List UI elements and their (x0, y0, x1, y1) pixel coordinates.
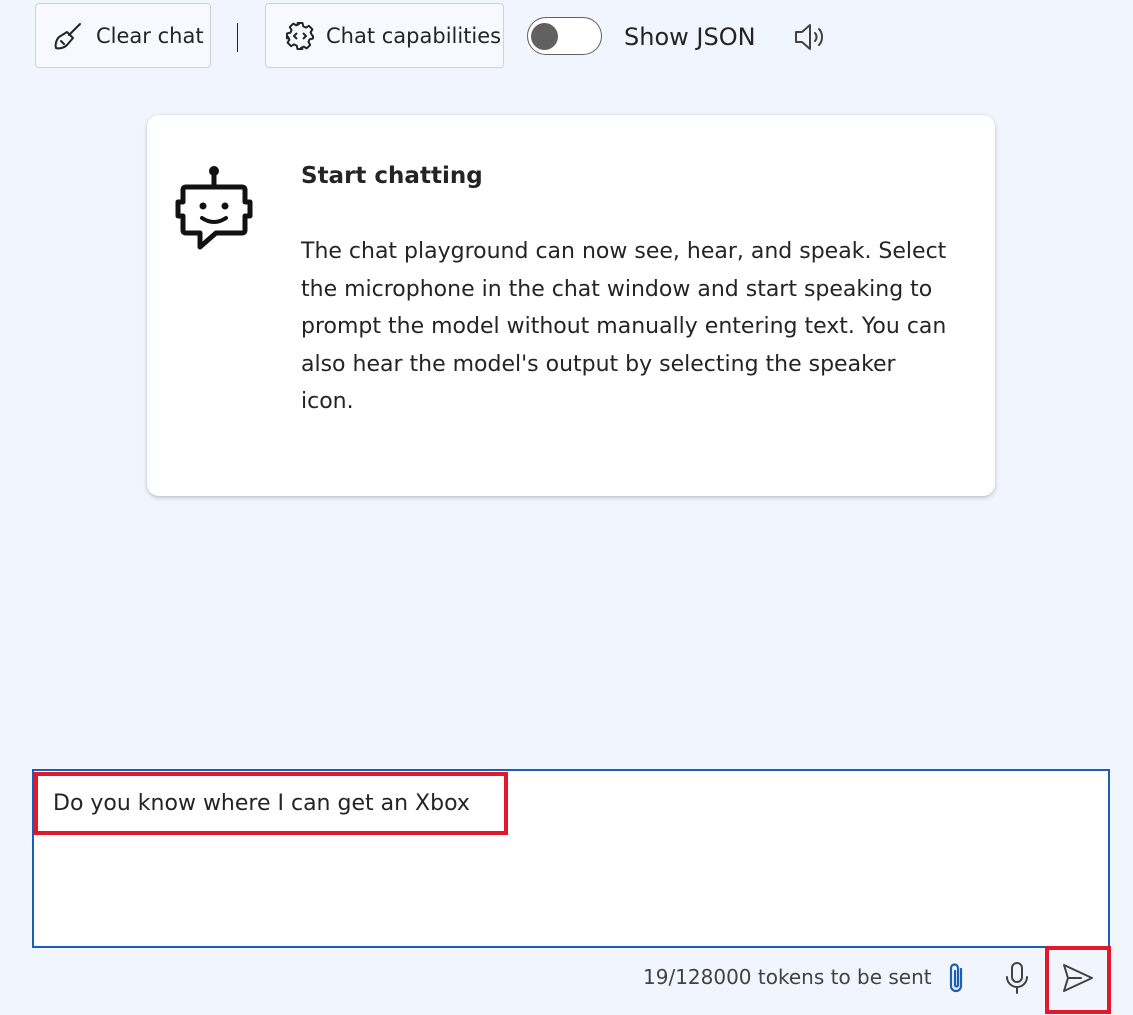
token-count-status: 19/128000 tokens to be sent (643, 965, 932, 989)
paperclip-icon[interactable] (944, 960, 970, 996)
clear-chat-button[interactable]: Clear chat (35, 3, 211, 68)
start-chatting-card: Start chatting The chat playground can n… (147, 115, 995, 496)
send-button[interactable] (1045, 946, 1111, 1014)
speaker-icon[interactable] (790, 18, 830, 56)
toggle-knob (531, 23, 558, 50)
clear-chat-label: Clear chat (96, 23, 204, 48)
chat-toolbar: Clear chat Chat capabilities Show JSON (0, 0, 1133, 76)
chat-capabilities-label: Chat capabilities (326, 23, 502, 48)
gear-icon (284, 20, 316, 52)
chat-capabilities-button[interactable]: Chat capabilities (265, 3, 504, 68)
show-json-label: Show JSON (624, 23, 756, 51)
card-title: Start chatting (301, 163, 483, 189)
chat-input-text[interactable]: Do you know where I can get an Xbox (34, 772, 508, 835)
broom-icon (52, 19, 86, 53)
toolbar-divider (237, 23, 238, 52)
send-icon (1061, 962, 1095, 998)
microphone-icon[interactable] (1003, 960, 1031, 996)
bot-icon (172, 163, 254, 259)
show-json-toggle[interactable] (527, 17, 602, 55)
card-description: The chat playground can now see, hear, a… (301, 239, 947, 415)
